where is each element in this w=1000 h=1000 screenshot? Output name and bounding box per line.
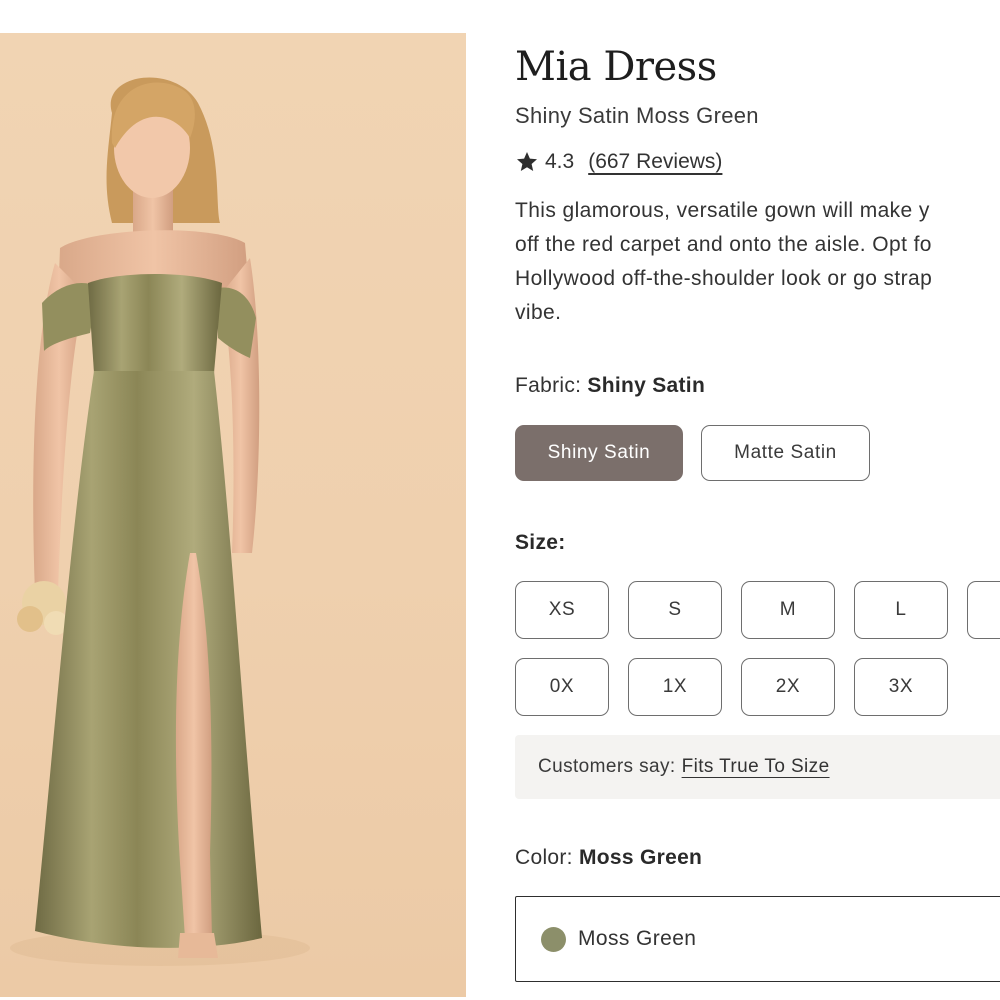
- color-option-name: Moss Green: [578, 927, 697, 950]
- size-option-xs[interactable]: XS: [515, 581, 609, 639]
- rating-row: 4.3 (667 Reviews): [515, 148, 722, 176]
- color-swatch-circle: [541, 926, 566, 952]
- product-title: Mia Dress: [515, 44, 717, 90]
- size-option-3x[interactable]: 3X: [854, 658, 948, 716]
- size-label: Size:: [515, 531, 566, 555]
- size-grid: XS S M L 0X 1X 2X 3X: [515, 581, 1000, 735]
- rating-value: 4.3: [545, 150, 575, 173]
- product-subtitle: Shiny Satin Moss Green: [515, 103, 759, 128]
- fit-feedback-box: Customers say: Fits True To Size: [515, 735, 1000, 799]
- color-select[interactable]: Moss Green: [515, 896, 1000, 982]
- description-line: vibe.: [515, 301, 562, 324]
- fit-link[interactable]: Fits True To Size: [682, 756, 830, 778]
- product-page: Mia Dress Shiny Satin Moss Green 4.3 (66…: [0, 0, 1000, 1000]
- product-image[interactable]: [0, 33, 466, 997]
- size-option-m[interactable]: M: [741, 581, 835, 639]
- size-label-text: Size:: [515, 531, 566, 554]
- product-description: This glamorous, versatile gown will make…: [515, 194, 1000, 330]
- description-line: Hollywood off-the-shoulder look or go st…: [515, 267, 933, 290]
- size-option-s[interactable]: S: [628, 581, 722, 639]
- size-option-1x[interactable]: 1X: [628, 658, 722, 716]
- description-line: off the red carpet and onto the aisle. O…: [515, 233, 932, 256]
- fabric-options: Shiny Satin Matte Satin: [515, 425, 870, 481]
- color-label: Color: Moss Green: [515, 846, 702, 870]
- fabric-option-shiny-satin[interactable]: Shiny Satin: [515, 425, 683, 481]
- size-option-2x[interactable]: 2X: [741, 658, 835, 716]
- size-option-0x[interactable]: 0X: [515, 658, 609, 716]
- reviews-link[interactable]: (667 Reviews): [588, 150, 722, 174]
- color-label-prefix: Color:: [515, 846, 573, 869]
- fabric-option-matte-satin[interactable]: Matte Satin: [701, 425, 870, 481]
- fabric-selected-value: Shiny Satin: [587, 374, 706, 397]
- star-icon: [517, 152, 537, 171]
- fit-prefix: Customers say:: [538, 756, 676, 777]
- description-line: This glamorous, versatile gown will make…: [515, 199, 930, 222]
- product-details: Mia Dress Shiny Satin Moss Green 4.3 (66…: [515, 0, 1000, 1000]
- fabric-label: Fabric: Shiny Satin: [515, 374, 705, 398]
- size-row: XS S M L: [515, 581, 1000, 639]
- size-option-xl[interactable]: [967, 581, 1000, 639]
- color-selected-value: Moss Green: [578, 846, 703, 869]
- size-option-l[interactable]: L: [854, 581, 948, 639]
- size-row: 0X 1X 2X 3X: [515, 658, 1000, 716]
- fabric-label-prefix: Fabric:: [515, 374, 582, 397]
